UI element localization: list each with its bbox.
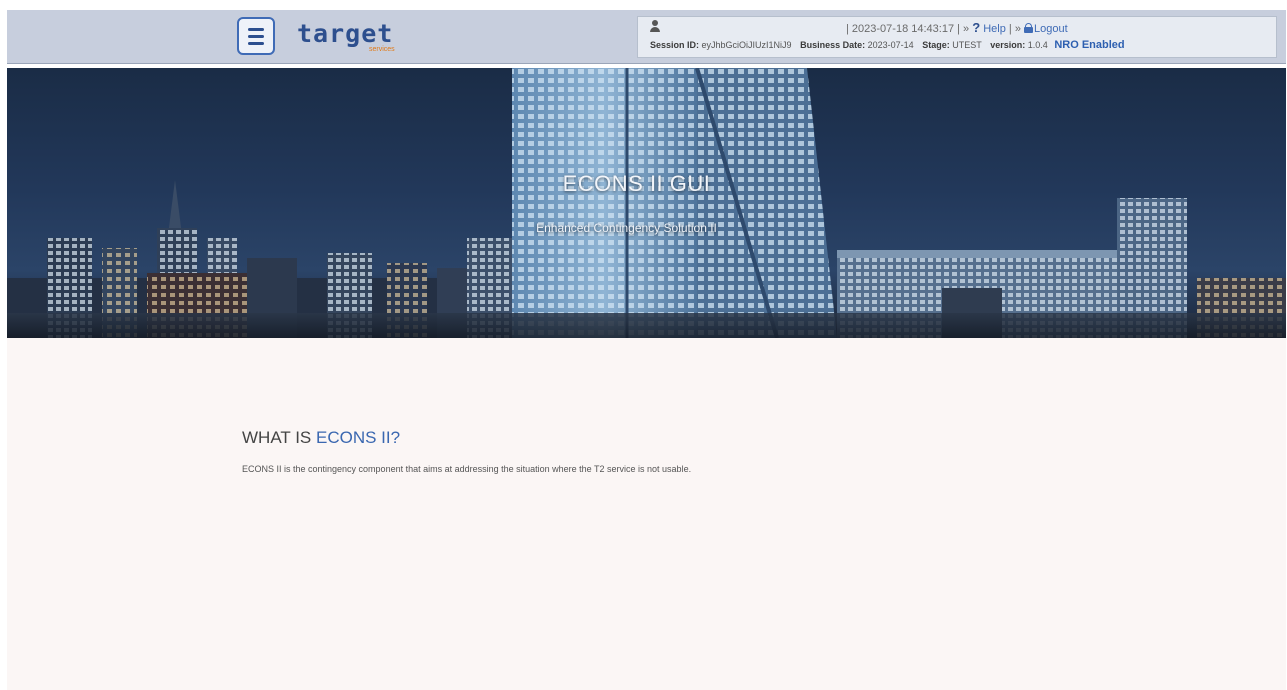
user-icon[interactable]	[650, 20, 660, 32]
section-heading: WHAT IS ECONS II?	[242, 428, 400, 448]
status-row-top: | 2023-07-18 14:43:17 | » ? Help | » Log…	[846, 20, 1068, 35]
help-prefix: »	[959, 23, 973, 35]
logout-link[interactable]: Logout	[1024, 23, 1068, 35]
session-id-label: Session ID:	[650, 40, 700, 50]
menu-button[interactable]	[237, 17, 275, 55]
logo-subtext: services	[369, 46, 395, 53]
business-date-label: Business Date:	[800, 40, 866, 50]
hero-subtitle: Enhanced Contingency Solution II	[536, 221, 717, 235]
version-value: 1.0.4	[1027, 40, 1048, 50]
help-link[interactable]: ? Help	[972, 20, 1009, 35]
logout-label: Logout	[1034, 23, 1068, 35]
top-header: target services | 2023-07-18 14:43:17 | …	[7, 10, 1286, 64]
version-label: version:	[990, 40, 1026, 50]
help-label: Help	[980, 23, 1009, 35]
session-status-panel: | 2023-07-18 14:43:17 | » ? Help | » Log…	[637, 16, 1277, 58]
main-content: WHAT IS ECONS II? ECONS II is the contin…	[7, 338, 1286, 690]
session-id-value: eyJhbGciOiJIUzI1NiJ9	[701, 40, 792, 50]
city-skyline-image	[7, 68, 1286, 338]
target-logo: target services	[297, 20, 427, 54]
nro-status-badge: NRO Enabled	[1054, 39, 1125, 51]
logo-text: target	[297, 19, 394, 48]
logout-prefix: | »	[1008, 23, 1025, 35]
business-date-value: 2023-07-14	[867, 40, 914, 50]
hero-title: ECONS II GUI	[562, 171, 711, 196]
status-row-bottom: Session ID: eyJhbGciOiJIUzI1NiJ9 Busines…	[650, 39, 1125, 51]
current-timestamp: | 2023-07-18 14:43:17 |	[846, 23, 960, 35]
stage-value: UTEST	[952, 40, 982, 50]
hero-banner: ECONS II GUI Enhanced Contingency Soluti…	[7, 68, 1286, 338]
question-mark-icon: ?	[972, 20, 981, 35]
lock-icon	[1024, 23, 1034, 33]
heading-accent: ECONS II?	[316, 428, 401, 447]
heading-prefix: WHAT IS	[242, 428, 316, 447]
stage-label: Stage:	[922, 40, 950, 50]
section-description: ECONS II is the contingency component th…	[242, 464, 692, 474]
page: target services | 2023-07-18 14:43:17 | …	[0, 0, 1287, 690]
